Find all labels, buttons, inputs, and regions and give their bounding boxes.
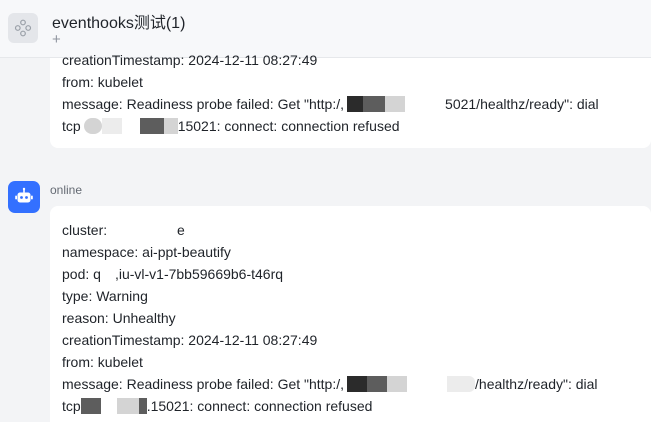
tcp-text-start: tcp (62, 398, 81, 414)
redaction-block (101, 118, 122, 134)
message-line-message: message: Readiness probe failed: Get "ht… (62, 374, 598, 394)
bot-avatar[interactable] (8, 181, 40, 213)
message-line-reason: reason: Unhealthy (62, 310, 176, 326)
message-line-tcp: tcp .15021: connect: connection refused (62, 396, 372, 416)
message-line-from: from: kubelet (62, 354, 143, 370)
robot-icon (15, 187, 33, 203)
message-text-end: 5021/healthz/ready": dial (445, 96, 599, 112)
redaction-block (387, 376, 408, 392)
redaction-block (163, 118, 178, 134)
redaction-block (363, 96, 386, 112)
tcp-text-start: tcp (62, 118, 81, 134)
message-line-timestamp: creationTimestamp: 2024-12-11 08:27:49 (62, 332, 318, 348)
message-text-start: message: Readiness probe failed: Get "ht… (62, 376, 345, 392)
message-line-pod: pod: q ,iu-vl-v1-7bb59669b6-t46rq (62, 264, 283, 284)
group-avatar-icon (14, 19, 32, 37)
pod-text-start: pod: q (62, 266, 101, 282)
redaction-block (139, 118, 164, 134)
redaction-block (83, 118, 102, 134)
add-tab-icon[interactable]: + (52, 31, 61, 49)
redaction-block (385, 96, 406, 112)
tcp-text-end: .15021: connect: connection refused (146, 398, 373, 414)
message-card-2: cluster: e namespace: ai-ppt-beautify po… (50, 206, 651, 422)
redaction-block (347, 376, 368, 392)
cluster-text-end: e (177, 222, 185, 238)
redaction-block (367, 376, 388, 392)
tcp-text-end: 15021: connect: connection refused (177, 118, 400, 134)
sender-name[interactable]: online (50, 183, 82, 197)
group-avatar[interactable] (8, 13, 38, 43)
message-line-timestamp: creationTimestamp: 2024-12-11 08:27:49 (62, 52, 318, 68)
redaction-block (116, 398, 139, 414)
message-text-end: /healthz/ready": dial (475, 376, 598, 392)
message-text-start: message: Readiness probe failed: Get "ht… (62, 96, 345, 112)
message-card-1: creationTimestamp: 2024-12-11 08:27:49 f… (50, 52, 651, 148)
message-line-type: type: Warning (62, 288, 148, 304)
message-line-cluster: cluster: e (62, 220, 185, 240)
message-line-tcp: tcp 15021: connect: connection refused (62, 116, 400, 136)
message-line-namespace: namespace: ai-ppt-beautify (62, 244, 231, 260)
redaction-block (447, 376, 476, 392)
redaction-block (347, 96, 364, 112)
cluster-text-start: cluster: (62, 222, 112, 238)
message-line-from: from: kubelet (62, 74, 143, 90)
pod-text-end: ,iu-vl-v1-7bb59669b6-t46rq (114, 266, 284, 282)
message-line-message: message: Readiness probe failed: Get "ht… (62, 94, 599, 114)
chat-title[interactable]: eventhooks测试(1) (52, 9, 185, 33)
redaction-block (80, 398, 101, 414)
redaction-block (138, 398, 147, 414)
